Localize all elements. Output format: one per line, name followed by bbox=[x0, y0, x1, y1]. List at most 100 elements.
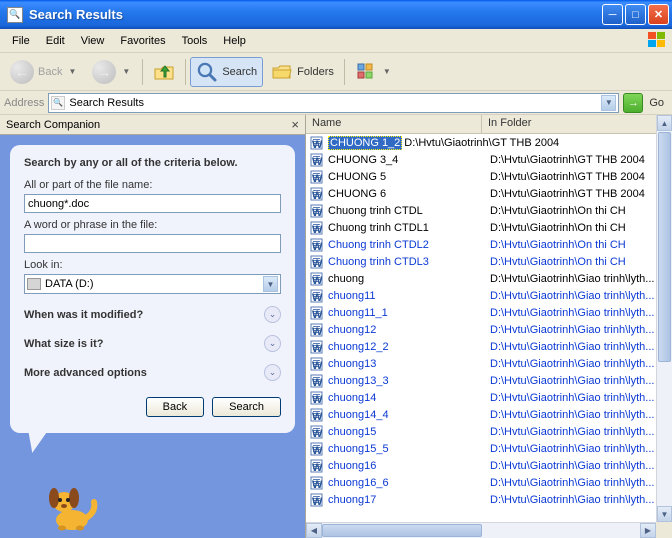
file-folder: D:\Hvtu\Giaotrinh\On thi CH bbox=[488, 205, 672, 217]
file-name: CHUONG 5 bbox=[328, 171, 488, 183]
scroll-right-button[interactable]: ▶ bbox=[640, 523, 656, 538]
back-button[interactable]: ← Back ▼ bbox=[4, 56, 84, 88]
file-folder: D:\Hvtu\Giaotrinh\Giao trinh\lyth... bbox=[488, 392, 672, 404]
word-doc-icon: W bbox=[309, 238, 325, 252]
lookin-dropdown-button[interactable]: ▼ bbox=[263, 276, 278, 292]
word-input[interactable] bbox=[24, 234, 281, 253]
search-button-panel[interactable]: Search bbox=[212, 397, 281, 417]
word-doc-icon: W bbox=[309, 221, 325, 235]
horizontal-scrollbar[interactable]: ◀ ▶ bbox=[306, 522, 656, 538]
views-button[interactable]: ▼ bbox=[349, 57, 399, 87]
menu-tools[interactable]: Tools bbox=[174, 33, 216, 49]
svg-text:W: W bbox=[312, 139, 323, 150]
svg-text:W: W bbox=[312, 156, 323, 167]
word-doc-icon: W bbox=[309, 476, 325, 490]
list-item[interactable]: Wchuong12D:\Hvtu\Giaotrinh\Giao trinh\ly… bbox=[306, 321, 672, 338]
svg-text:W: W bbox=[312, 309, 323, 320]
word-label: A word or phrase in the file: bbox=[24, 219, 281, 231]
scroll-thumb[interactable] bbox=[658, 132, 671, 362]
list-item[interactable]: WChuong trinh CTDL3D:\Hvtu\Giaotrinh\On … bbox=[306, 253, 672, 270]
close-button[interactable]: ✕ bbox=[648, 4, 669, 25]
word-doc-icon: W bbox=[309, 493, 325, 507]
maximize-button[interactable]: □ bbox=[625, 4, 646, 25]
column-name[interactable]: Name bbox=[306, 115, 482, 133]
file-folder: D:\Hvtu\Giaotrinh\GT THB 2004 bbox=[488, 154, 672, 166]
file-folder: D:\Hvtu\Giaotrinh\Giao trinh\lyth... bbox=[488, 494, 672, 506]
scroll-left-button[interactable]: ◀ bbox=[306, 523, 322, 538]
list-item[interactable]: Wchuong13D:\Hvtu\Giaotrinh\Giao trinh\ly… bbox=[306, 355, 672, 372]
column-folder[interactable]: In Folder bbox=[482, 115, 672, 133]
drive-icon bbox=[27, 278, 41, 290]
minimize-button[interactable]: ─ bbox=[602, 4, 623, 25]
svg-text:W: W bbox=[312, 394, 323, 405]
list-item[interactable]: Wchuong14_4D:\Hvtu\Giaotrinh\Giao trinh\… bbox=[306, 406, 672, 423]
address-combo[interactable]: 🔍 Search Results ▼ bbox=[48, 93, 619, 113]
list-item[interactable]: Wchuong13_3D:\Hvtu\Giaotrinh\Giao trinh\… bbox=[306, 372, 672, 389]
search-icon bbox=[196, 61, 218, 83]
svg-text:W: W bbox=[312, 479, 323, 490]
list-item[interactable]: Wchuong16_6D:\Hvtu\Giaotrinh\Giao trinh\… bbox=[306, 474, 672, 491]
size-expander[interactable]: What size is it? ⌄ bbox=[24, 335, 281, 352]
list-item[interactable]: Wchuong15_5D:\Hvtu\Giaotrinh\Giao trinh\… bbox=[306, 440, 672, 457]
vertical-scrollbar[interactable]: ▲ ▼ bbox=[656, 115, 672, 522]
filename-input[interactable] bbox=[24, 194, 281, 213]
menu-view[interactable]: View bbox=[73, 33, 113, 49]
list-item[interactable]: WchuongD:\Hvtu\Giaotrinh\Giao trinh\lyth… bbox=[306, 270, 672, 287]
back-button-panel[interactable]: Back bbox=[146, 397, 204, 417]
separator bbox=[344, 59, 345, 85]
file-name: chuong14_4 bbox=[328, 409, 488, 421]
list-item[interactable]: Wchuong11D:\Hvtu\Giaotrinh\Giao trinh\ly… bbox=[306, 287, 672, 304]
expand-icon: ⌄ bbox=[264, 364, 281, 381]
menu-bar: File Edit View Favorites Tools Help bbox=[0, 29, 672, 53]
svg-text:W: W bbox=[312, 496, 323, 507]
list-item[interactable]: Wchuong11_1D:\Hvtu\Giaotrinh\Giao trinh\… bbox=[306, 304, 672, 321]
svg-text:W: W bbox=[312, 224, 323, 235]
scroll-down-button[interactable]: ▼ bbox=[657, 506, 672, 522]
address-dropdown-button[interactable]: ▼ bbox=[601, 95, 616, 111]
list-item[interactable]: Wchuong16D:\Hvtu\Giaotrinh\Giao trinh\ly… bbox=[306, 457, 672, 474]
list-header: Name In Folder bbox=[306, 115, 672, 134]
menu-favorites[interactable]: Favorites bbox=[112, 33, 173, 49]
svg-text:W: W bbox=[312, 326, 323, 337]
list-item[interactable]: WChuong trinh CTDL2D:\Hvtu\Giaotrinh\On … bbox=[306, 236, 672, 253]
file-folder: D:\Hvtu\Giaotrinh\Giao trinh\lyth... bbox=[488, 307, 672, 319]
search-toggle-button[interactable]: Search bbox=[190, 57, 263, 87]
go-button[interactable]: → bbox=[623, 93, 643, 113]
word-doc-icon: W bbox=[309, 442, 325, 456]
lookin-combo[interactable]: DATA (D:) ▼ bbox=[24, 274, 281, 294]
search-label: Search bbox=[222, 66, 257, 78]
list-item[interactable]: WCHUONG 3_4D:\Hvtu\Giaotrinh\GT THB 2004 bbox=[306, 151, 672, 168]
scroll-thumb[interactable] bbox=[322, 524, 482, 537]
list-item[interactable]: WCHUONG 5D:\Hvtu\Giaotrinh\GT THB 2004 bbox=[306, 168, 672, 185]
menu-help[interactable]: Help bbox=[215, 33, 254, 49]
up-button[interactable] bbox=[147, 57, 181, 87]
file-folder: D:\Hvtu\Giaotrinh\Giao trinh\lyth... bbox=[488, 358, 672, 370]
file-name: chuong13 bbox=[328, 358, 488, 370]
word-doc-icon: W bbox=[309, 357, 325, 371]
search-heading: Search by any or all of the criteria bel… bbox=[24, 157, 281, 169]
word-doc-icon: W bbox=[309, 323, 325, 337]
menu-edit[interactable]: Edit bbox=[38, 33, 73, 49]
list-item[interactable]: Wchuong17D:\Hvtu\Giaotrinh\Giao trinh\ly… bbox=[306, 491, 672, 508]
modified-expander[interactable]: When was it modified? ⌄ bbox=[24, 306, 281, 323]
expand-icon: ⌄ bbox=[264, 335, 281, 352]
list-item[interactable]: WChuong trinh CTDLD:\Hvtu\Giaotrinh\On t… bbox=[306, 202, 672, 219]
search-dog-character[interactable] bbox=[40, 478, 100, 532]
list-item[interactable]: Wchuong14D:\Hvtu\Giaotrinh\Giao trinh\ly… bbox=[306, 389, 672, 406]
svg-text:W: W bbox=[312, 377, 323, 388]
folders-toggle-button[interactable]: Folders bbox=[265, 57, 340, 87]
list-item[interactable]: Wchuong15D:\Hvtu\Giaotrinh\Giao trinh\ly… bbox=[306, 423, 672, 440]
list-item[interactable]: WCHUONG 6D:\Hvtu\Giaotrinh\GT THB 2004 bbox=[306, 185, 672, 202]
content-area: Search Companion × Search by any or all … bbox=[0, 115, 672, 538]
file-name: chuong13_3 bbox=[328, 375, 488, 387]
word-doc-icon: W bbox=[309, 391, 325, 405]
list-item[interactable]: Wchuong12_2D:\Hvtu\Giaotrinh\Giao trinh\… bbox=[306, 338, 672, 355]
scroll-up-button[interactable]: ▲ bbox=[657, 115, 672, 131]
list-item[interactable]: WChuong trinh CTDL1D:\Hvtu\Giaotrinh\On … bbox=[306, 219, 672, 236]
companion-close-button[interactable]: × bbox=[291, 117, 299, 132]
advanced-expander[interactable]: More advanced options ⌄ bbox=[24, 364, 281, 381]
menu-file[interactable]: File bbox=[4, 33, 38, 49]
list-item[interactable]: WCHUONG 1_2D:\Hvtu\Giaotrinh\GT THB 2004 bbox=[306, 134, 672, 151]
file-folder: D:\Hvtu\Giaotrinh\Giao trinh\lyth... bbox=[488, 443, 672, 455]
forward-button[interactable]: → ▼ bbox=[86, 56, 138, 88]
